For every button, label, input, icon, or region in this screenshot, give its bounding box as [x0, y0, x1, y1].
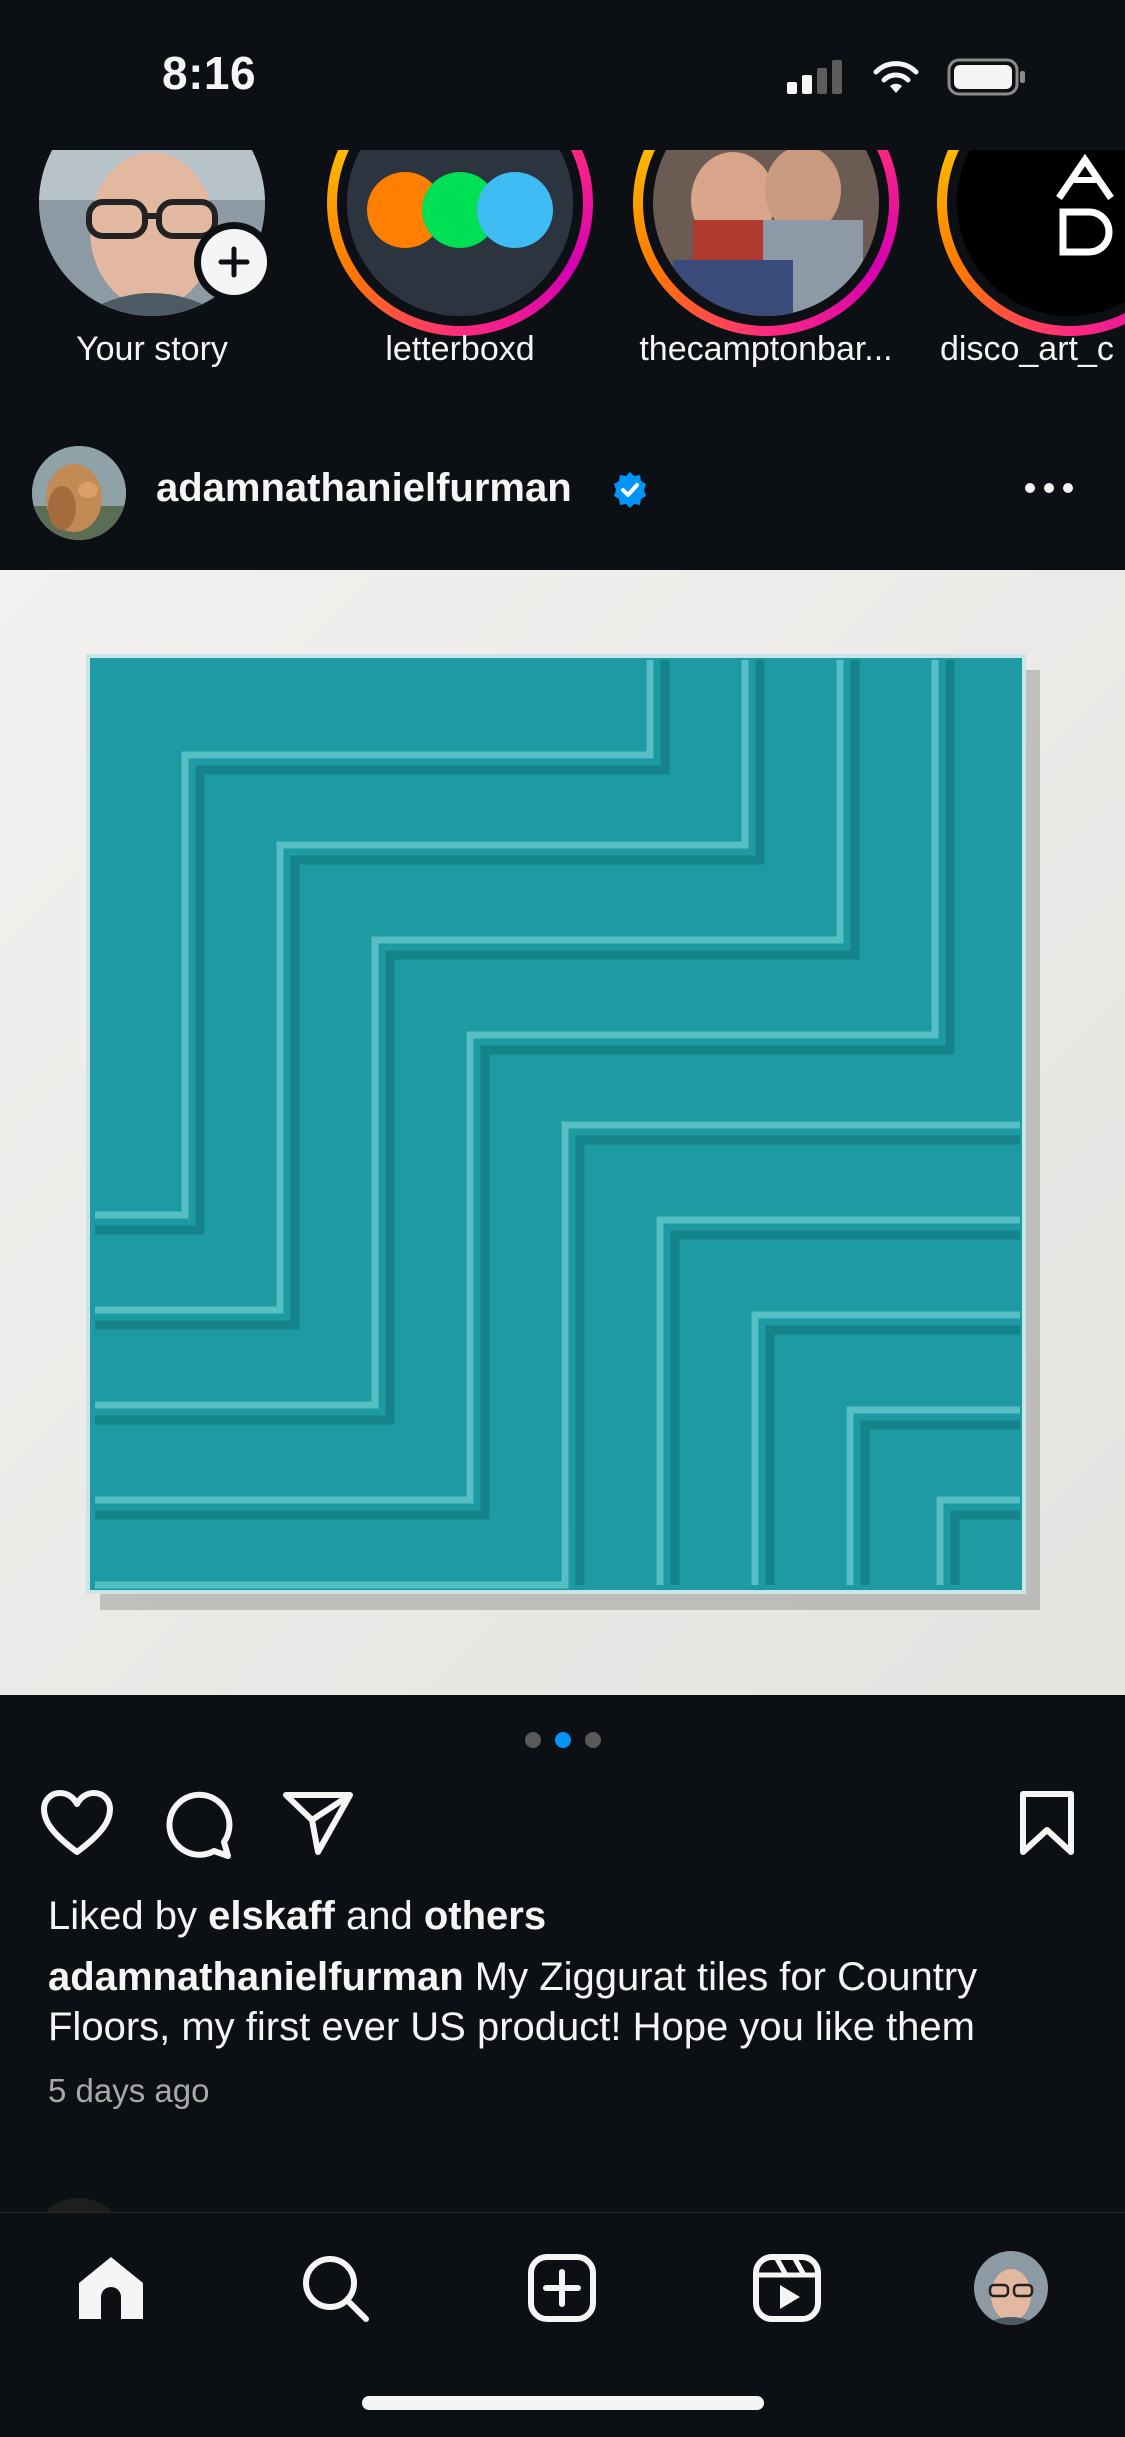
wifi-icon: [873, 61, 919, 93]
likes-summary[interactable]: Liked by elskaff and others: [48, 1894, 546, 1939]
tab-reels[interactable]: [742, 2243, 832, 2333]
next-post-peek: [0, 2180, 1125, 2212]
reels-icon: [753, 2254, 821, 2322]
cellular-signal-icon: [787, 60, 842, 94]
carousel-dot-active: [554, 1732, 571, 1748]
post-caption: adamnathanielfurman My Ziggurat tiles fo…: [48, 1952, 1088, 2052]
caption-username[interactable]: adamnathanielfurman: [48, 1955, 464, 1999]
save-button[interactable]: [1018, 1790, 1076, 1861]
plus-icon: [218, 246, 250, 278]
share-button[interactable]: [282, 1790, 354, 1861]
comment-button[interactable]: [164, 1790, 234, 1865]
profile-avatar: [974, 2251, 1048, 2325]
verified-badge-icon: [614, 472, 646, 508]
story-avatar-ring: [327, 150, 593, 336]
post-header: adamnathanielfurman: [0, 440, 1125, 570]
search-icon: [303, 2256, 369, 2322]
likes-prefix: Liked by: [48, 1894, 197, 1938]
likes-others[interactable]: others: [424, 1894, 546, 1938]
create-icon: [528, 2254, 596, 2322]
story-avatar-ring: [937, 150, 1125, 336]
carousel-indicator: [0, 1732, 1125, 1748]
story-label: letterboxd: [385, 330, 535, 368]
home-icon: [79, 2257, 143, 2319]
more-options-button[interactable]: [1009, 468, 1089, 508]
tab-search[interactable]: [290, 2243, 380, 2333]
status-time: 8:16: [162, 47, 257, 99]
story-label: Your story: [76, 330, 228, 368]
thecamptonbar-avatar: [653, 150, 879, 316]
tab-create[interactable]: [517, 2243, 607, 2333]
likes-joiner: and: [345, 1894, 413, 1938]
status-bar: 8:16: [0, 0, 1125, 150]
add-story-button[interactable]: [194, 222, 274, 302]
ziggurat-tile-image: [0, 570, 1125, 1695]
story-avatar-ring: [633, 150, 899, 336]
post-author-avatar[interactable]: [32, 446, 126, 540]
status-icons: [787, 58, 1027, 96]
heart-icon: [41, 1790, 113, 1855]
bookmark-icon: [1020, 1791, 1074, 1855]
carousel-dot: [584, 1732, 601, 1748]
letterboxd-avatar: [347, 150, 573, 316]
post-actions: [0, 1790, 1125, 1866]
liked-by-user[interactable]: elskaff: [208, 1894, 335, 1938]
post-image[interactable]: [0, 570, 1125, 1695]
ellipsis-icon: [1025, 483, 1073, 493]
carousel-dot: [524, 1732, 541, 1748]
comment-icon: [166, 1791, 233, 1859]
send-icon: [283, 1792, 353, 1855]
home-indicator[interactable]: [362, 2396, 764, 2410]
disco-art-avatar: [957, 150, 1125, 316]
tab-home[interactable]: [66, 2243, 156, 2333]
post-timestamp: 5 days ago: [48, 2072, 210, 2109]
stories-tray: Your story letterboxd thecamptonbar... d…: [0, 150, 1125, 390]
post-username[interactable]: adamnathanielfurman: [156, 466, 572, 511]
tab-profile[interactable]: [966, 2243, 1056, 2333]
like-button[interactable]: [40, 1790, 114, 1861]
battery-icon: [947, 58, 1025, 96]
story-label: thecamptonbar...: [639, 330, 893, 368]
story-label: disco_art_c: [940, 330, 1114, 368]
